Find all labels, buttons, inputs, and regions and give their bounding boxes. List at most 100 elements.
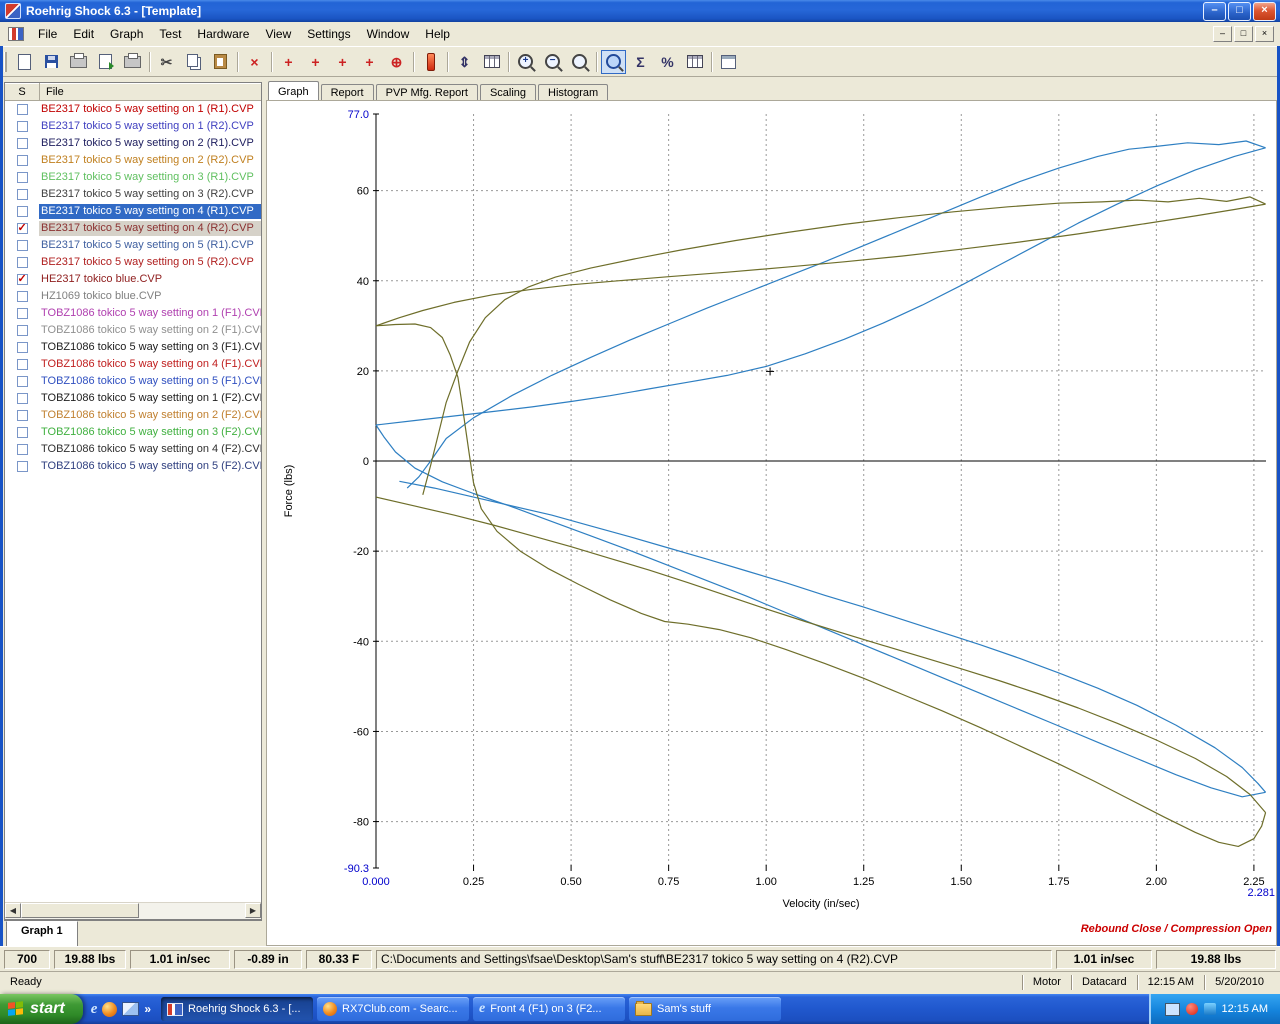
file-row[interactable]: BE2317 tokico 5 way setting on 4 (R1).CV… <box>5 203 261 220</box>
file-row[interactable]: BE2317 tokico 5 way setting on 3 (R1).CV… <box>5 169 261 186</box>
toolbar-grip[interactable] <box>4 52 7 72</box>
tab-histogram[interactable]: Histogram <box>538 84 608 100</box>
file-row[interactable]: TOBZ1086 tokico 5 way setting on 2 (F1).… <box>5 322 261 339</box>
file-row[interactable]: BE2317 tokico 5 way setting on 2 (R2).CV… <box>5 152 261 169</box>
menu-settings[interactable]: Settings <box>299 24 358 44</box>
zoom-window-icon[interactable] <box>567 50 592 74</box>
horizontal-scrollbar[interactable]: ◀ ▶ <box>5 902 261 919</box>
file-select-checkbox[interactable] <box>5 121 39 132</box>
unchecked-checkbox-icon[interactable] <box>17 121 28 132</box>
file-select-checkbox[interactable] <box>5 427 39 438</box>
print-preview-icon[interactable] <box>66 50 91 74</box>
file-select-checkbox[interactable]: ✓ <box>5 274 39 285</box>
menu-graph[interactable]: Graph <box>102 24 151 44</box>
zoom-data-icon[interactable] <box>601 50 626 74</box>
checked-checkbox-icon[interactable]: ✓ <box>17 223 28 234</box>
data-grid-icon[interactable] <box>479 50 504 74</box>
force-velocity-chart[interactable]: 6040200-20-40-60-800.250.500.751.001.251… <box>267 101 1276 945</box>
force-velocity-tool-icon[interactable]: + <box>276 50 301 74</box>
unchecked-checkbox-icon[interactable] <box>17 359 28 370</box>
tray-alert-icon[interactable] <box>1186 1003 1198 1015</box>
unchecked-checkbox-icon[interactable] <box>17 410 28 421</box>
unchecked-checkbox-icon[interactable] <box>17 393 28 404</box>
file-select-checkbox[interactable] <box>5 138 39 149</box>
close-button[interactable]: × <box>1253 2 1276 21</box>
quick-launch-firefox-icon[interactable] <box>102 1002 117 1017</box>
file-select-checkbox[interactable] <box>5 206 39 217</box>
unchecked-checkbox-icon[interactable] <box>17 325 28 336</box>
file-select-checkbox[interactable] <box>5 444 39 455</box>
unchecked-checkbox-icon[interactable] <box>17 444 28 455</box>
checked-checkbox-icon[interactable]: ✓ <box>17 274 28 285</box>
tray-network-icon[interactable] <box>1204 1003 1216 1015</box>
report-grid-icon[interactable] <box>682 50 707 74</box>
zoom-in-icon[interactable]: + <box>513 50 538 74</box>
unchecked-checkbox-icon[interactable] <box>17 155 28 166</box>
menu-view[interactable]: View <box>257 24 299 44</box>
child-restore-button[interactable]: □ <box>1234 26 1253 42</box>
start-button[interactable]: start <box>0 994 83 1024</box>
snapshot-icon[interactable] <box>716 50 741 74</box>
zoom-out-icon[interactable]: − <box>540 50 565 74</box>
chart-area[interactable]: 6040200-20-40-60-800.250.500.751.001.251… <box>266 100 1277 946</box>
menu-test[interactable]: Test <box>151 24 189 44</box>
file-row[interactable]: TOBZ1086 tokico 5 way setting on 2 (F2).… <box>5 407 261 424</box>
child-minimize-button[interactable]: – <box>1213 26 1232 42</box>
export-icon[interactable] <box>93 50 118 74</box>
unchecked-checkbox-icon[interactable] <box>17 427 28 438</box>
column-header-file[interactable]: File <box>40 83 261 100</box>
file-row[interactable]: HZ1069 tokico blue.CVP <box>5 288 261 305</box>
quick-launch-desktop-icon[interactable] <box>122 1002 139 1016</box>
menu-help[interactable]: Help <box>417 24 458 44</box>
file-select-checkbox[interactable] <box>5 376 39 387</box>
file-select-checkbox[interactable] <box>5 240 39 251</box>
file-select-checkbox[interactable] <box>5 172 39 183</box>
file-select-checkbox[interactable] <box>5 393 39 404</box>
new-file-icon[interactable] <box>12 50 37 74</box>
scrollbar-thumb[interactable] <box>21 903 139 918</box>
unchecked-checkbox-icon[interactable] <box>17 189 28 200</box>
menu-edit[interactable]: Edit <box>65 24 102 44</box>
file-row[interactable]: BE2317 tokico 5 way setting on 5 (R2).CV… <box>5 254 261 271</box>
file-row[interactable]: TOBZ1086 tokico 5 way setting on 1 (F1).… <box>5 305 261 322</box>
paste-icon[interactable] <box>208 50 233 74</box>
peak-force-tool-icon[interactable]: + <box>330 50 355 74</box>
file-row[interactable]: ✓BE2317 tokico 5 way setting on 4 (R2).C… <box>5 220 261 237</box>
unchecked-checkbox-icon[interactable] <box>17 206 28 217</box>
tab-scaling[interactable]: Scaling <box>480 84 536 100</box>
copy-icon[interactable] <box>181 50 206 74</box>
file-row[interactable]: BE2317 tokico 5 way setting on 2 (R1).CV… <box>5 135 261 152</box>
menu-file[interactable]: File <box>30 24 65 44</box>
restore-button[interactable]: □ <box>1228 2 1251 21</box>
save-icon[interactable] <box>39 50 64 74</box>
quick-launch-overflow-chevron[interactable]: » <box>144 1002 151 1016</box>
file-select-checkbox[interactable]: ✓ <box>5 223 39 234</box>
file-select-checkbox[interactable] <box>5 325 39 336</box>
unchecked-checkbox-icon[interactable] <box>17 376 28 387</box>
file-select-checkbox[interactable] <box>5 189 39 200</box>
taskbar-window-front4[interactable]: eFront 4 (F1) on 3 (F2... <box>473 997 625 1021</box>
unchecked-checkbox-icon[interactable] <box>17 138 28 149</box>
file-row[interactable]: TOBZ1086 tokico 5 way setting on 3 (F2).… <box>5 424 261 441</box>
child-close-button[interactable]: × <box>1255 26 1274 42</box>
menu-hardware[interactable]: Hardware <box>189 24 257 44</box>
file-row[interactable]: BE2317 tokico 5 way setting on 5 (R1).CV… <box>5 237 261 254</box>
percent-icon[interactable]: % <box>655 50 680 74</box>
file-select-checkbox[interactable] <box>5 359 39 370</box>
file-row[interactable]: TOBZ1086 tokico 5 way setting on 5 (F1).… <box>5 373 261 390</box>
file-row[interactable]: TOBZ1086 tokico 5 way setting on 4 (F2).… <box>5 441 261 458</box>
file-row[interactable]: TOBZ1086 tokico 5 way setting on 1 (F2).… <box>5 390 261 407</box>
unchecked-checkbox-icon[interactable] <box>17 257 28 268</box>
tab-report[interactable]: Report <box>321 84 374 100</box>
file-row[interactable]: BE2317 tokico 5 way setting on 3 (R2).CV… <box>5 186 261 203</box>
taskbar-window-roehrig-shock[interactable]: Roehrig Shock 6.3 - [... <box>161 997 313 1021</box>
file-select-checkbox[interactable] <box>5 291 39 302</box>
quick-launch-ie-icon[interactable]: e <box>91 1001 98 1018</box>
file-select-checkbox[interactable] <box>5 461 39 472</box>
gauge-icon[interactable] <box>418 50 443 74</box>
tab-graph-1[interactable]: Graph 1 <box>6 921 78 947</box>
unchecked-checkbox-icon[interactable] <box>17 308 28 319</box>
file-select-checkbox[interactable] <box>5 342 39 353</box>
cut-icon[interactable]: ✂ <box>154 50 179 74</box>
file-select-checkbox[interactable] <box>5 257 39 268</box>
